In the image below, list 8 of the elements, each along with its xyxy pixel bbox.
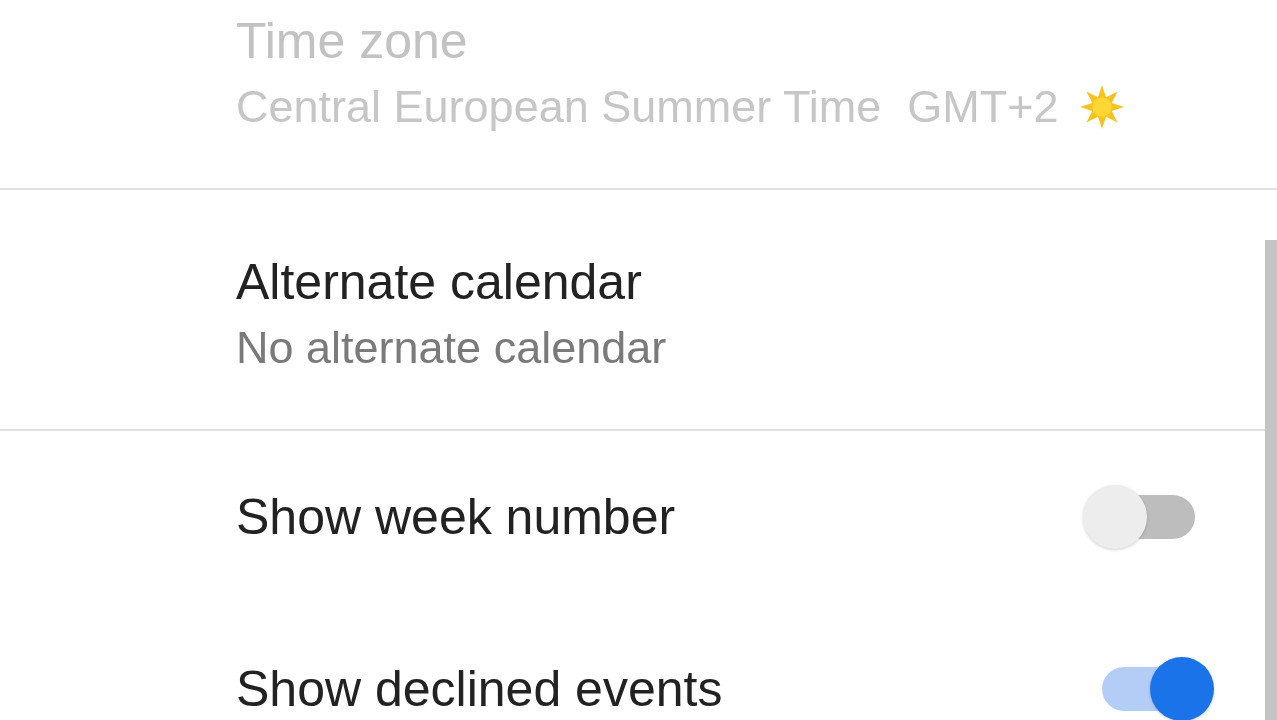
setting-title: Time zone bbox=[236, 12, 469, 71]
scrollbar-thumb[interactable] bbox=[1265, 240, 1277, 720]
setting-title: Show week number bbox=[236, 488, 676, 547]
setting-title: Alternate calendar bbox=[236, 253, 643, 312]
setting-value: Central European Summer Time bbox=[236, 80, 882, 134]
timezone-offset: GMT+2 bbox=[907, 80, 1059, 134]
setting-title: Show declined events bbox=[236, 660, 723, 719]
setting-value: No alternate calendar bbox=[236, 321, 667, 375]
